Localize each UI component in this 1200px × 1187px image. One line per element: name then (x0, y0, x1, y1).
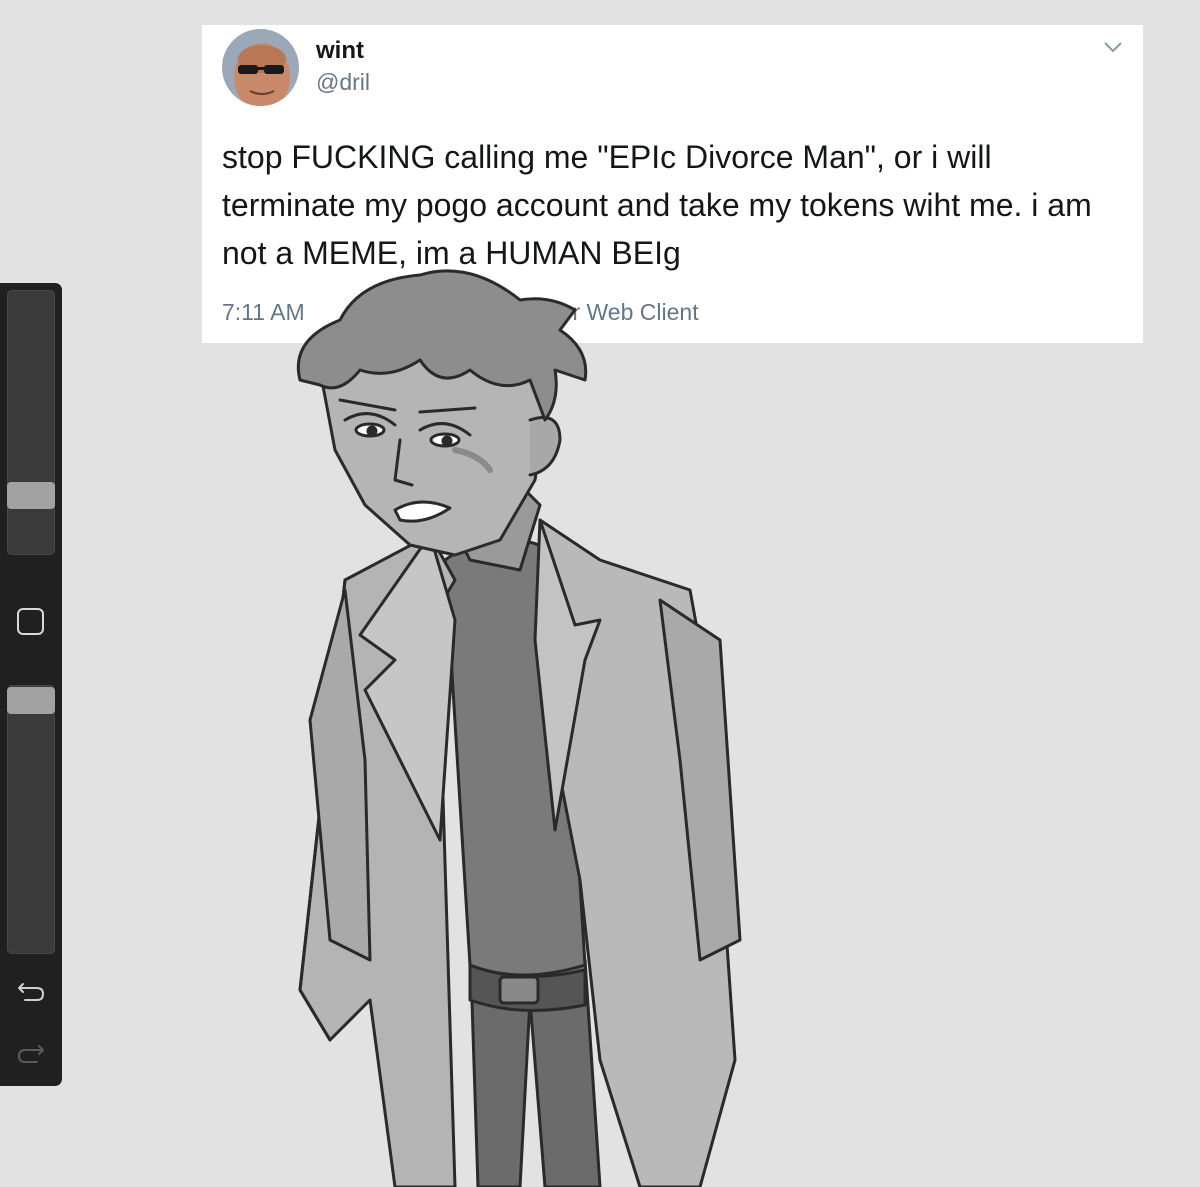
undo-arrow-icon[interactable] (15, 978, 47, 1006)
character-drawing (0, 0, 1200, 1187)
brush-opacity-thumb[interactable] (7, 687, 55, 714)
brush-opacity-slider[interactable] (7, 685, 55, 954)
brush-size-slider[interactable] (7, 290, 55, 555)
brush-sidebar (0, 283, 62, 1086)
redo-arrow-icon[interactable] (15, 1040, 47, 1068)
square-icon[interactable] (17, 608, 44, 635)
brush-size-thumb[interactable] (7, 482, 55, 509)
